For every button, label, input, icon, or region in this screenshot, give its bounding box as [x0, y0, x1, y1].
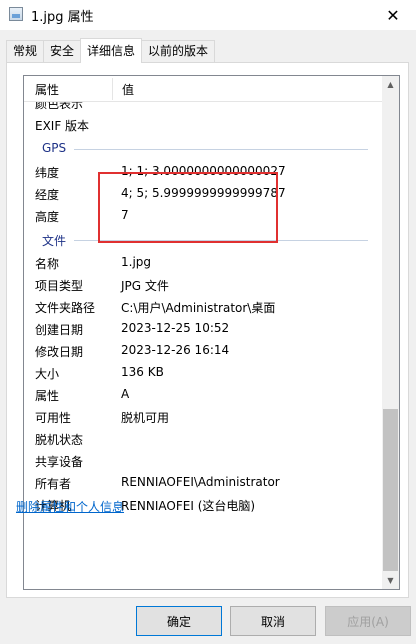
- details-panel: 属性 值 颜色表示 EXIF 版本 GPS 纬度 1; 1; 3.0000000…: [6, 62, 409, 598]
- list-item[interactable]: 可用性 脱机可用: [24, 406, 384, 428]
- list-header: 属性 值: [24, 76, 384, 102]
- property-key: 项目类型: [35, 279, 84, 293]
- property-key: 高度: [35, 210, 60, 224]
- scroll-thumb[interactable]: [383, 409, 398, 571]
- ok-button[interactable]: 确定: [136, 606, 222, 636]
- column-header-value[interactable]: 值: [122, 81, 134, 98]
- property-key: 名称: [35, 257, 60, 271]
- property-value: 2023-12-25 10:52: [121, 321, 230, 335]
- property-key: 纬度: [35, 166, 60, 180]
- image-file-icon: [9, 7, 23, 21]
- property-value: RENNIAOFEI\Administrator: [121, 475, 280, 489]
- list-item[interactable]: 修改日期 2023-12-26 16:14: [24, 340, 384, 362]
- property-value: C:\用户\Administrator\桌面: [121, 301, 276, 315]
- scroll-down-icon[interactable]: ▼: [382, 572, 399, 589]
- remove-properties-link[interactable]: 删除属性和个人信息: [16, 498, 124, 515]
- property-value: A: [121, 387, 130, 401]
- list-item[interactable]: 文件夹路径 C:\用户\Administrator\桌面: [24, 296, 384, 318]
- list-item[interactable]: 颜色表示: [24, 102, 384, 114]
- list-item[interactable]: 名称 1.jpg: [24, 252, 384, 274]
- group-divider: [74, 149, 368, 150]
- apply-button[interactable]: 应用(A): [325, 606, 411, 636]
- property-key: 创建日期: [35, 323, 84, 337]
- property-rows: 颜色表示 EXIF 版本 GPS 纬度 1; 1; 3.000000000000…: [24, 102, 384, 589]
- property-key: 共享设备: [35, 455, 84, 469]
- vertical-scrollbar[interactable]: ▲ ▼: [382, 76, 399, 589]
- group-label: GPS: [42, 141, 67, 155]
- property-key: 脱机状态: [35, 433, 84, 447]
- property-key: 大小: [35, 367, 60, 381]
- tab-strip: 常规 安全 详细信息 以前的版本: [6, 38, 216, 63]
- property-value: 2023-12-26 16:14: [121, 343, 230, 357]
- group-header-gps[interactable]: GPS: [24, 138, 384, 160]
- cancel-button[interactable]: 取消: [230, 606, 316, 636]
- column-divider[interactable]: [112, 78, 113, 100]
- title-bar: 1.jpg 属性 ✕: [0, 0, 416, 30]
- property-value: 136 KB: [121, 365, 164, 379]
- property-value: JPG 文件: [121, 279, 169, 293]
- property-key: 文件夹路径: [35, 301, 96, 315]
- property-key: EXIF 版本: [35, 119, 90, 133]
- property-key: 经度: [35, 188, 60, 202]
- list-item[interactable]: 创建日期 2023-12-25 10:52: [24, 318, 384, 340]
- list-item[interactable]: 项目类型 JPG 文件: [24, 274, 384, 296]
- list-item[interactable]: 脱机状态: [24, 428, 384, 450]
- property-value: 1.jpg: [121, 255, 152, 269]
- tab-details[interactable]: 详细信息: [80, 38, 143, 63]
- list-item[interactable]: 所有者 RENNIAOFEI\Administrator: [24, 472, 384, 494]
- list-item[interactable]: 大小 136 KB: [24, 362, 384, 384]
- close-icon[interactable]: ✕: [370, 0, 416, 30]
- property-key: 颜色表示: [35, 102, 84, 111]
- property-key: 所有者: [35, 477, 72, 491]
- group-label: 文件: [42, 234, 67, 248]
- column-header-property[interactable]: 属性: [35, 81, 59, 98]
- tab-general[interactable]: 常规: [6, 40, 45, 62]
- property-value: RENNIAOFEI (这台电脑): [121, 499, 256, 513]
- list-item[interactable]: 属性 A: [24, 384, 384, 406]
- gps-highlight-box: [98, 172, 278, 243]
- property-key: 可用性: [35, 411, 72, 425]
- property-value: 脱机可用: [121, 411, 170, 425]
- list-item[interactable]: EXIF 版本: [24, 114, 384, 136]
- window-title: 1.jpg 属性: [31, 10, 94, 25]
- tab-security[interactable]: 安全: [43, 40, 82, 62]
- property-key: 属性: [35, 389, 60, 403]
- tab-previous-versions[interactable]: 以前的版本: [141, 40, 216, 62]
- property-key: 修改日期: [35, 345, 84, 359]
- list-item[interactable]: 共享设备: [24, 450, 384, 472]
- scroll-up-icon[interactable]: ▲: [382, 76, 399, 93]
